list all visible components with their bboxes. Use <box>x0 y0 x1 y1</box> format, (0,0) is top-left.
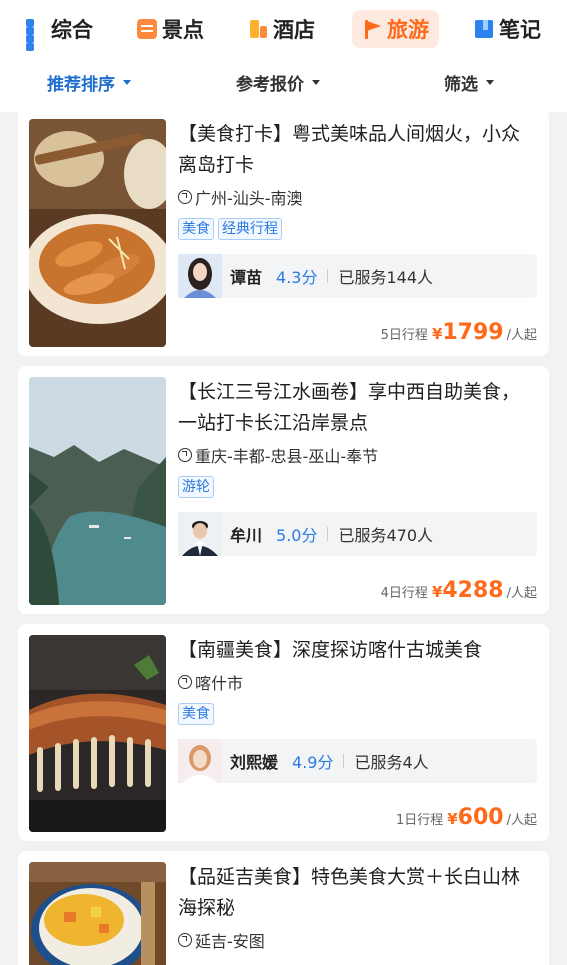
note-icon <box>474 19 494 39</box>
tour-route: 喀什市 <box>178 671 243 693</box>
tour-card[interactable]: 【南疆美食】深度探访喀什古城美食 喀什市 美食 刘熙媛 4.9分 已服务4人 1… <box>18 624 549 841</box>
tour-card[interactable]: 【品延吉美食】特色美食大赏＋长白山林海探秘 延吉-安图 <box>18 851 549 965</box>
tab-notes[interactable]: 笔记 <box>474 10 541 48</box>
trip-days: 5日行程 <box>380 328 428 343</box>
guide-served: 已服务144人 <box>338 268 434 287</box>
trip-days: 4日行程 <box>380 586 428 601</box>
route-text: 延吉-安图 <box>195 932 265 951</box>
location-icon <box>178 933 192 947</box>
guide-served: 已服务4人 <box>354 753 429 772</box>
hotel-icon <box>248 19 268 39</box>
tour-card[interactable]: 【美食打卡】粤式美味品人间烟火，小众离岛打卡 广州-汕头-南澳 美食 经典行程 … <box>18 108 549 356</box>
location-icon <box>178 448 192 462</box>
tour-image-lamb <box>29 635 166 832</box>
tab-label: 景点 <box>162 18 204 42</box>
grid-icon <box>26 19 46 51</box>
flag-icon <box>362 19 382 39</box>
tab-hotels[interactable]: 酒店 <box>248 10 315 48</box>
sort-label: 推荐排序 <box>47 74 115 95</box>
price-row: 5日行程 ¥ 1799 /人起 <box>381 320 537 345</box>
tour-image-food <box>29 119 166 347</box>
tab-comprehensive[interactable]: 综合 <box>26 10 93 51</box>
guide-info[interactable]: 谭苗 4.3分 已服务144人 <box>178 254 537 298</box>
tag: 美食 <box>178 218 214 240</box>
price-value: 600 <box>457 805 504 830</box>
sort-bar: 推荐排序 参考报价 筛选 <box>0 62 567 102</box>
tag: 经典行程 <box>218 218 282 240</box>
guide-name: 牟川 <box>230 526 263 545</box>
tour-title: 【南疆美食】深度探访喀什古城美食 <box>178 639 483 661</box>
caret-down-icon <box>486 79 494 85</box>
tag-list: 美食 经典行程 <box>178 218 282 240</box>
price-unit: /人起 <box>506 586 537 601</box>
top-bar: 综合 景点 酒店 旅游 笔记 推荐排序 参考报价 筛选 <box>0 0 567 112</box>
price-unit: /人起 <box>506 813 537 828</box>
route-text: 广州-汕头-南澳 <box>195 189 303 208</box>
tour-title: 【美食打卡】粤式美味品人间烟火，小众离岛打卡 <box>178 123 521 176</box>
guide-score: 4.9分 <box>292 753 334 772</box>
tab-label: 旅游 <box>387 18 429 42</box>
price-value: 4288 <box>442 578 504 603</box>
tag: 美食 <box>178 703 214 725</box>
trip-days: 1日行程 <box>395 813 444 828</box>
tour-image-rice <box>29 862 166 965</box>
divider <box>327 269 329 283</box>
tour-card[interactable]: 【长江三号江水画卷】享中西自助美食，一站打卡长江沿岸景点 重庆-丰都-忠县-巫山… <box>18 366 549 614</box>
guide-score: 5.0分 <box>276 526 318 545</box>
tab-attractions[interactable]: 景点 <box>137 10 204 48</box>
sort-label: 参考报价 <box>236 74 304 95</box>
location-icon <box>178 675 192 689</box>
ticket-icon <box>137 19 157 39</box>
tab-label: 综合 <box>51 18 93 42</box>
currency-symbol: ¥ <box>431 325 443 343</box>
sort-recommended[interactable]: 推荐排序 <box>47 62 131 102</box>
tour-title: 【品延吉美食】特色美食大赏＋长白山林海探秘 <box>178 866 521 919</box>
currency-symbol: ¥ <box>431 583 443 601</box>
caret-down-icon <box>123 79 131 85</box>
divider <box>327 527 329 541</box>
route-text: 喀什市 <box>195 674 244 693</box>
guide-score: 4.3分 <box>276 268 318 287</box>
tour-route: 延吉-安图 <box>178 929 265 951</box>
filter-button[interactable]: 筛选 <box>444 62 494 102</box>
tab-label: 酒店 <box>273 18 315 42</box>
tag-list: 美食 <box>178 703 214 725</box>
guide-name: 刘熙媛 <box>230 753 279 772</box>
tour-route: 重庆-丰都-忠县-巫山-奉节 <box>178 444 378 466</box>
guide-info[interactable]: 刘熙媛 4.9分 已服务4人 <box>178 739 537 783</box>
tab-travel[interactable]: 旅游 <box>352 10 439 48</box>
tour-title: 【长江三号江水画卷】享中西自助美食，一站打卡长江沿岸景点 <box>178 381 521 434</box>
tour-route: 广州-汕头-南澳 <box>178 186 303 208</box>
price-value: 1799 <box>442 320 504 345</box>
price-unit: /人起 <box>506 328 537 343</box>
tour-image-river <box>29 377 166 605</box>
guide-info[interactable]: 牟川 5.0分 已服务470人 <box>178 512 537 556</box>
location-icon <box>178 190 192 204</box>
route-text: 重庆-丰都-忠县-巫山-奉节 <box>195 447 379 466</box>
price-row: 1日行程 ¥ 600 /人起 <box>396 805 537 830</box>
price-row: 4日行程 ¥ 4288 /人起 <box>381 578 537 603</box>
divider <box>343 754 345 768</box>
avatar <box>178 254 222 298</box>
tag-list: 游轮 <box>178 476 214 498</box>
avatar <box>178 512 222 556</box>
currency-symbol: ¥ <box>447 810 458 828</box>
guide-served: 已服务470人 <box>338 526 434 545</box>
tag: 游轮 <box>178 476 214 498</box>
sort-price[interactable]: 参考报价 <box>236 62 320 102</box>
tab-label: 笔记 <box>499 18 541 42</box>
sort-label: 筛选 <box>444 74 478 95</box>
guide-name: 谭苗 <box>230 268 263 287</box>
avatar <box>178 739 222 783</box>
category-tabs: 综合 景点 酒店 旅游 笔记 <box>0 6 567 51</box>
caret-down-icon <box>312 79 320 85</box>
